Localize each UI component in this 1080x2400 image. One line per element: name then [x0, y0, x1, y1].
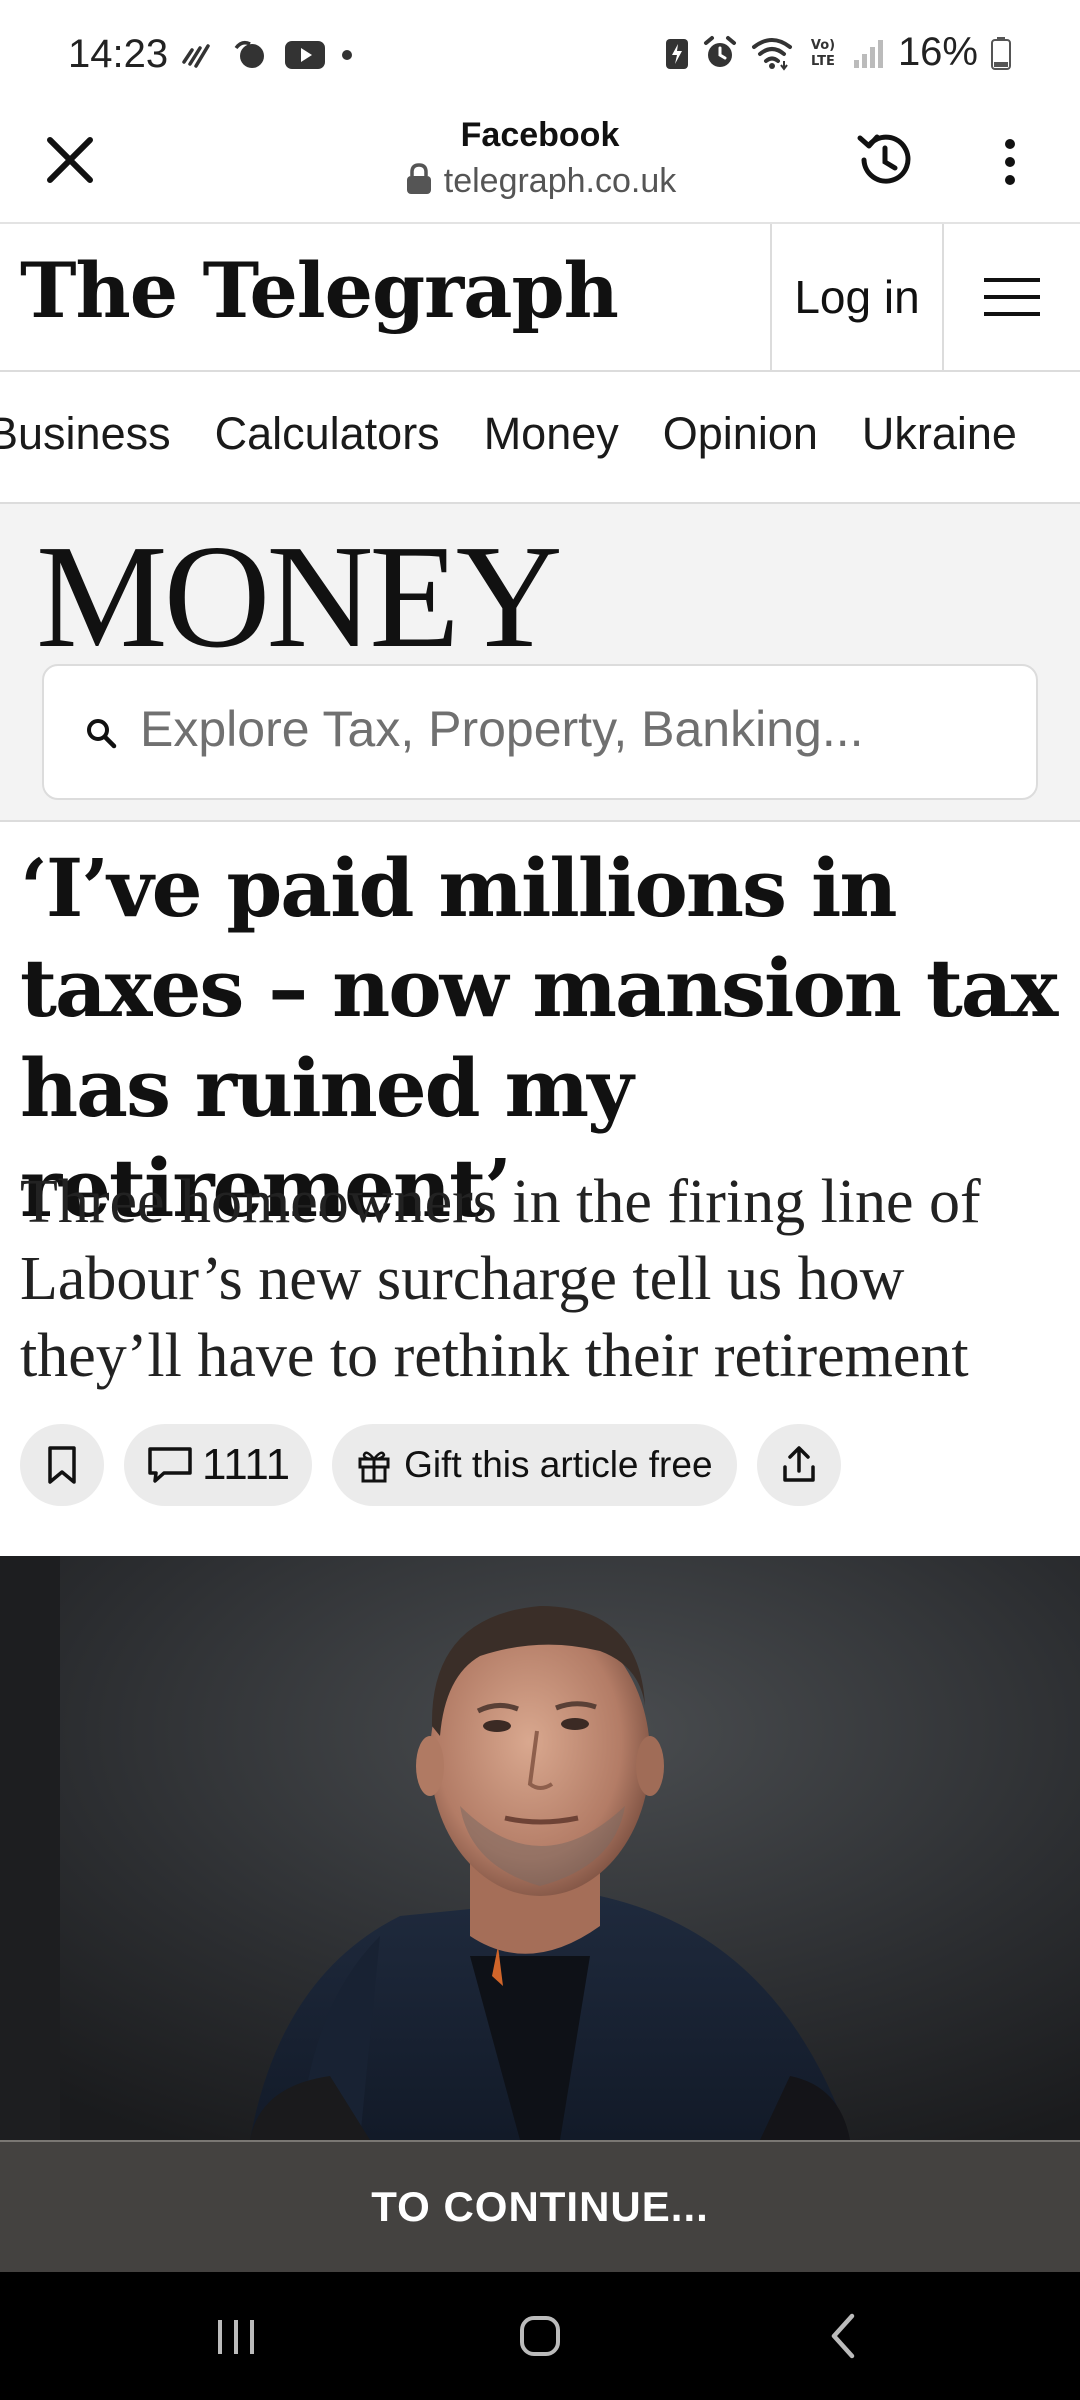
- section-nav-fade: [1010, 372, 1080, 502]
- svg-text:Vo): Vo): [811, 38, 835, 53]
- hand-ball-icon: [234, 40, 264, 68]
- battery-icon: [991, 36, 1011, 70]
- article-photo: [0, 1556, 1080, 2140]
- browser-title: Facebook: [460, 116, 620, 154]
- youtube-icon: [285, 41, 325, 69]
- alarm-icon: [703, 35, 736, 67]
- status-left-icons: [180, 38, 354, 72]
- dot-icon: [342, 50, 352, 60]
- section-nav-business[interactable]: Business: [0, 408, 171, 460]
- system-nav-bar: [0, 2272, 1080, 2400]
- home-icon[interactable]: [510, 2306, 570, 2366]
- section-nav-calculators[interactable]: Calculators: [215, 408, 440, 460]
- status-right-icons: Vo) LTE 16%: [664, 30, 1012, 75]
- battery-percent: 16%: [897, 30, 978, 74]
- gift-icon: [358, 1451, 390, 1483]
- section-title: MONEY: [36, 515, 563, 679]
- article-actions: 1111 Gift this article free: [20, 1424, 841, 1506]
- continue-label: TO CONTINUE...: [371, 2183, 709, 2230]
- bookmark-button[interactable]: [20, 1424, 104, 1506]
- search-input[interactable]: [140, 700, 1000, 758]
- hamburger-icon: [984, 278, 1040, 316]
- section-nav: Business Calculators Money Opinion Ukrai…: [0, 372, 1080, 504]
- status-bar: 14:23 Vo) LTE 16%: [0, 0, 1080, 110]
- back-icon[interactable]: [814, 2306, 874, 2366]
- section-nav-ukraine[interactable]: Ukraine: [862, 408, 1017, 460]
- browser-url[interactable]: telegraph.co.uk: [0, 162, 1080, 201]
- section-nav-money[interactable]: Money: [484, 408, 619, 460]
- section-banner: MONEY: [0, 504, 1080, 822]
- history-icon[interactable]: [850, 126, 918, 194]
- gift-article-label: Gift this article free: [404, 1444, 713, 1485]
- search-box[interactable]: [42, 664, 1038, 800]
- comments-button[interactable]: 1111: [124, 1424, 313, 1506]
- browser-toolbar: Facebook telegraph.co.uk: [0, 110, 1080, 224]
- signal-wave-icon: [182, 44, 210, 68]
- site-header: The Telegraph Log in: [0, 224, 1080, 372]
- lock-icon: [406, 163, 431, 194]
- continue-banner[interactable]: TO CONTINUE...: [0, 2140, 1080, 2272]
- login-button[interactable]: Log in: [770, 224, 944, 370]
- share-icon: [782, 1446, 815, 1482]
- more-options-icon[interactable]: [990, 132, 1030, 192]
- cell-signal-icon: [853, 39, 883, 68]
- site-logo[interactable]: The Telegraph: [20, 246, 619, 335]
- wifi-icon: [751, 37, 792, 71]
- gift-article-button[interactable]: Gift this article free: [332, 1424, 737, 1506]
- man-portrait-image: [0, 1556, 1080, 2140]
- share-button[interactable]: [756, 1424, 841, 1506]
- search-icon: [87, 719, 117, 749]
- browser-url-text: telegraph.co.uk: [443, 162, 677, 200]
- status-time: 14:23: [68, 32, 169, 76]
- volte-icon: Vo) LTE: [811, 38, 835, 69]
- section-nav-opinion[interactable]: Opinion: [663, 408, 818, 460]
- section-nav-track: Business Calculators Money Opinion Ukrai…: [0, 408, 1017, 460]
- svg-text:LTE: LTE: [811, 54, 835, 69]
- comment-count: 1111: [202, 1440, 291, 1489]
- menu-button[interactable]: [944, 224, 1080, 370]
- battery-saver-icon: [665, 38, 688, 69]
- article-standfirst: Three homeowners in the firing line of L…: [20, 1168, 981, 1390]
- recent-apps-icon[interactable]: [206, 2306, 266, 2366]
- bookmark-icon: [48, 1446, 76, 1484]
- comment-icon: [148, 1447, 192, 1483]
